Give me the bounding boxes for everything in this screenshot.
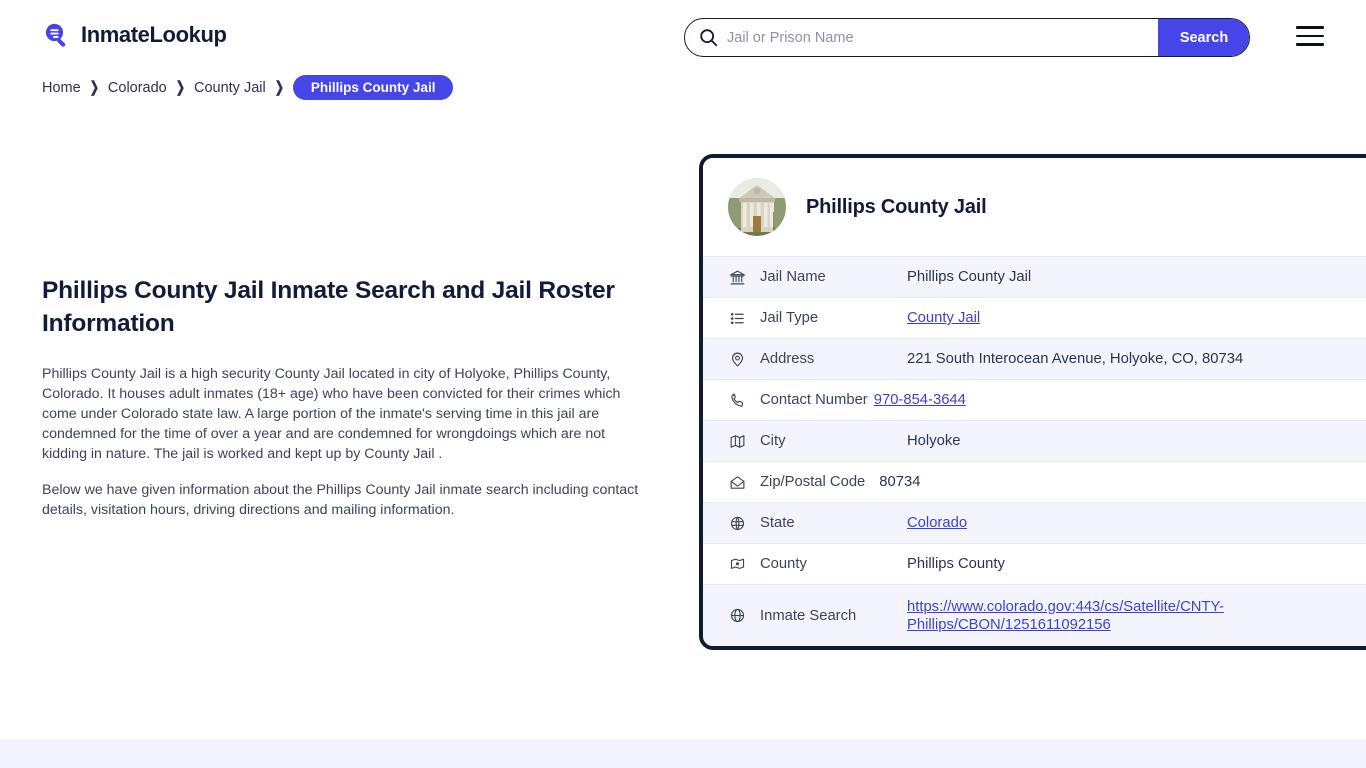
article-paragraph-1: Phillips County Jail is a high security …: [42, 366, 621, 462]
row-label: State: [760, 515, 795, 531]
jail-info-card: Phillips County Jail Jail Name Phillips …: [699, 154, 1366, 650]
bank-icon: [726, 266, 748, 288]
table-row: Zip/Postal Code 80734: [703, 461, 1366, 502]
table-row: Contact Number 970-854-3644: [703, 379, 1366, 420]
state-link[interactable]: Colorado: [907, 515, 967, 531]
magnifier-logo-icon: [42, 20, 72, 50]
breadcrumb-item-colorado[interactable]: Colorado: [108, 80, 167, 96]
chevron-right-icon: ❯: [274, 80, 284, 97]
row-value: Phillips County: [907, 556, 1005, 572]
search-bar[interactable]: Search: [684, 18, 1250, 57]
county-pin-icon: [726, 553, 748, 575]
row-label: Address: [760, 351, 815, 367]
globe-icon: [726, 512, 748, 534]
row-label: Jail Name: [760, 269, 826, 285]
row-label: Inmate Search: [760, 607, 857, 624]
map-icon: [726, 430, 748, 452]
breadcrumb-item-county-jail[interactable]: County Jail: [194, 80, 266, 96]
contact-number-link[interactable]: 970-854-3644: [874, 392, 966, 408]
table-row: County Phillips County: [703, 543, 1366, 584]
card-title: Phillips County Jail: [806, 195, 987, 218]
phone-icon: [726, 389, 748, 411]
map-pin-icon: [726, 348, 748, 370]
row-value: 221 South Interocean Avenue, Holyoke, CO…: [907, 351, 1244, 367]
table-row: Jail Name Phillips County Jail: [703, 256, 1366, 297]
row-value: Phillips County Jail: [907, 269, 1032, 285]
jail-type-link[interactable]: County Jail: [907, 310, 980, 326]
table-row: City Holyoke: [703, 420, 1366, 461]
table-row: Address 221 South Interocean Avenue, Hol…: [703, 338, 1366, 379]
brand-logo-link[interactable]: InmateLookup: [42, 20, 227, 50]
envelope-icon: [726, 471, 748, 493]
world-icon: [726, 605, 748, 627]
inmate-search-link[interactable]: https://www.colorado.gov:443/cs/Satellit…: [907, 599, 1224, 633]
table-row: Inmate Search https://www.colorado.gov:4…: [703, 584, 1366, 646]
courthouse-photo: [728, 178, 786, 236]
article-paragraph-2: Below we have given information about th…: [42, 482, 639, 518]
search-icon: [693, 28, 723, 47]
row-value: 80734: [879, 474, 921, 490]
row-label: County: [760, 556, 807, 572]
chevron-right-icon: ❯: [89, 80, 99, 97]
search-input[interactable]: [723, 19, 1158, 56]
card-header: Phillips County Jail: [703, 158, 1366, 256]
hamburger-menu-icon[interactable]: [1296, 26, 1324, 46]
article-column: Phillips County Jail Inmate Search and J…: [42, 274, 642, 520]
row-label: City: [760, 433, 786, 449]
row-value: Holyoke: [907, 433, 961, 449]
brand-name: InmateLookup: [81, 22, 227, 47]
footer-band: [0, 739, 1366, 768]
hamburger-bar: [1296, 43, 1324, 46]
row-label: Jail Type: [760, 310, 819, 326]
row-label: Contact Number: [760, 392, 868, 408]
breadcrumb-item-home[interactable]: Home: [42, 80, 81, 96]
row-label: Zip/Postal Code: [760, 474, 866, 490]
page-title: Phillips County Jail Inmate Search and J…: [42, 277, 615, 337]
inmate-search-value: https://www.colorado.gov:443/cs/Satellit…: [907, 598, 1327, 634]
list-icon: [726, 307, 748, 329]
hamburger-bar: [1296, 26, 1324, 29]
jail-detail-table: Jail Name Phillips County Jail Jail Type…: [703, 256, 1366, 646]
search-button[interactable]: Search: [1158, 19, 1249, 56]
chevron-right-icon: ❯: [175, 80, 185, 97]
table-row: Jail Type County Jail: [703, 297, 1366, 338]
breadcrumb-current: Phillips County Jail: [292, 75, 454, 100]
hamburger-bar: [1296, 34, 1324, 38]
breadcrumb: Home ❯ Colorado ❯ County Jail ❯ Phillips…: [42, 75, 454, 100]
page-root: InmateLookup Search Home ❯ Colorado ❯ Co…: [0, 0, 1366, 768]
table-row: State Colorado: [703, 502, 1366, 543]
site-header: InmateLookup Search: [0, 0, 1366, 72]
